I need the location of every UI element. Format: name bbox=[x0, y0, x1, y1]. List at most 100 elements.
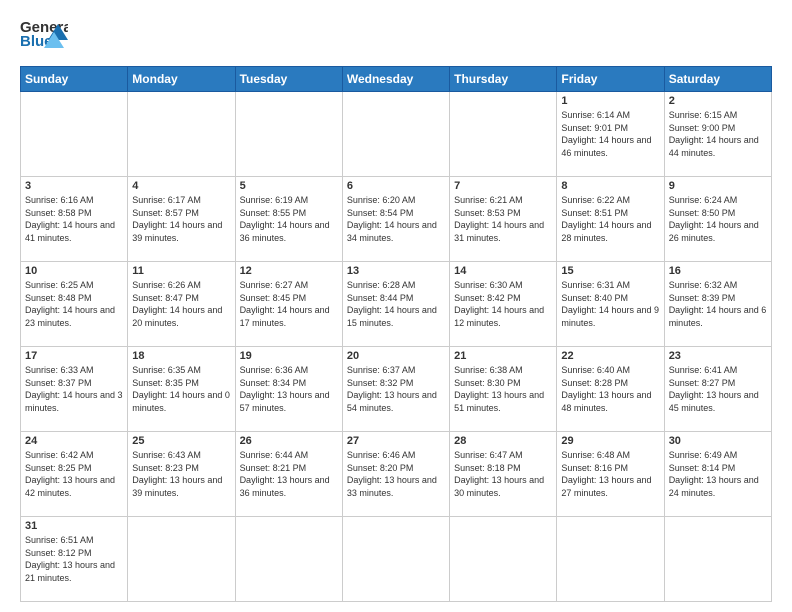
calendar-day-header: Tuesday bbox=[235, 67, 342, 92]
calendar-day-cell bbox=[235, 92, 342, 177]
day-info: Sunrise: 6:38 AM Sunset: 8:30 PM Dayligh… bbox=[454, 364, 552, 414]
calendar-day-cell: 10 Sunrise: 6:25 AM Sunset: 8:48 PM Dayli… bbox=[21, 262, 128, 347]
day-number: 26 bbox=[240, 435, 338, 447]
day-number: 1 bbox=[561, 95, 659, 107]
day-number: 8 bbox=[561, 180, 659, 192]
calendar-day-cell: 31 Sunrise: 6:51 AM Sunset: 8:12 PM Dayli… bbox=[21, 517, 128, 602]
day-number: 11 bbox=[132, 265, 230, 277]
calendar-day-cell bbox=[342, 517, 449, 602]
calendar-day-cell: 24 Sunrise: 6:42 AM Sunset: 8:25 PM Dayli… bbox=[21, 432, 128, 517]
calendar-day-cell: 22Sunrise: 6:40 AM Sunset: 8:28 PM Dayli… bbox=[557, 347, 664, 432]
day-info: Sunrise: 6:40 AM Sunset: 8:28 PM Dayligh… bbox=[561, 364, 659, 414]
day-number: 28 bbox=[454, 435, 552, 447]
calendar-day-cell: 27Sunrise: 6:46 AM Sunset: 8:20 PM Dayli… bbox=[342, 432, 449, 517]
calendar-day-cell: 29 Sunrise: 6:48 AM Sunset: 8:16 PM Dayli… bbox=[557, 432, 664, 517]
day-number: 17 bbox=[25, 350, 123, 362]
calendar-day-cell: 14Sunrise: 6:30 AM Sunset: 8:42 PM Dayli… bbox=[450, 262, 557, 347]
calendar-week-row: 3Sunrise: 6:16 AM Sunset: 8:58 PM Daylig… bbox=[21, 177, 772, 262]
day-info: Sunrise: 6:48 AM Sunset: 8:16 PM Dayligh… bbox=[561, 449, 659, 499]
day-number: 29 bbox=[561, 435, 659, 447]
calendar-day-cell: 2 Sunrise: 6:15 AM Sunset: 9:00 PM Daylig… bbox=[664, 92, 771, 177]
calendar-day-cell bbox=[128, 92, 235, 177]
calendar-day-cell: 4 Sunrise: 6:17 AM Sunset: 8:57 PM Daylig… bbox=[128, 177, 235, 262]
calendar-day-cell: 7 Sunrise: 6:21 AM Sunset: 8:53 PM Daylig… bbox=[450, 177, 557, 262]
day-info: Sunrise: 6:31 AM Sunset: 8:40 PM Dayligh… bbox=[561, 279, 659, 329]
calendar-header-row: SundayMondayTuesdayWednesdayThursdayFrid… bbox=[21, 67, 772, 92]
calendar-day-cell bbox=[342, 92, 449, 177]
day-number: 18 bbox=[132, 350, 230, 362]
day-number: 4 bbox=[132, 180, 230, 192]
calendar-day-cell bbox=[21, 92, 128, 177]
day-number: 20 bbox=[347, 350, 445, 362]
calendar-day-cell: 19Sunrise: 6:36 AM Sunset: 8:34 PM Dayli… bbox=[235, 347, 342, 432]
day-number: 7 bbox=[454, 180, 552, 192]
calendar-day-cell: 21 Sunrise: 6:38 AM Sunset: 8:30 PM Dayli… bbox=[450, 347, 557, 432]
day-info: Sunrise: 6:19 AM Sunset: 8:55 PM Dayligh… bbox=[240, 194, 338, 244]
calendar-day-cell: 15 Sunrise: 6:31 AM Sunset: 8:40 PM Dayli… bbox=[557, 262, 664, 347]
day-number: 15 bbox=[561, 265, 659, 277]
day-number: 16 bbox=[669, 265, 767, 277]
calendar-day-cell: 3Sunrise: 6:16 AM Sunset: 8:58 PM Daylig… bbox=[21, 177, 128, 262]
calendar-day-header: Saturday bbox=[664, 67, 771, 92]
calendar-day-cell: 1 Sunrise: 6:14 AM Sunset: 9:01 PM Daylig… bbox=[557, 92, 664, 177]
calendar-day-cell: 5 Sunrise: 6:19 AM Sunset: 8:55 PM Daylig… bbox=[235, 177, 342, 262]
calendar-day-cell bbox=[664, 517, 771, 602]
calendar-day-header: Monday bbox=[128, 67, 235, 92]
calendar-day-cell: 25Sunrise: 6:43 AM Sunset: 8:23 PM Dayli… bbox=[128, 432, 235, 517]
day-number: 9 bbox=[669, 180, 767, 192]
day-number: 23 bbox=[669, 350, 767, 362]
header: General Blue bbox=[20, 16, 772, 58]
day-number: 31 bbox=[25, 520, 123, 532]
calendar-day-cell: 26Sunrise: 6:44 AM Sunset: 8:21 PM Dayli… bbox=[235, 432, 342, 517]
day-info: Sunrise: 6:32 AM Sunset: 8:39 PM Dayligh… bbox=[669, 279, 767, 329]
calendar-day-cell bbox=[557, 517, 664, 602]
day-info: Sunrise: 6:47 AM Sunset: 8:18 PM Dayligh… bbox=[454, 449, 552, 499]
calendar-week-row: 31 Sunrise: 6:51 AM Sunset: 8:12 PM Dayli… bbox=[21, 517, 772, 602]
day-number: 6 bbox=[347, 180, 445, 192]
calendar-day-header: Friday bbox=[557, 67, 664, 92]
page: General Blue SundayMondayTuesdayWednesda… bbox=[0, 0, 792, 612]
day-number: 10 bbox=[25, 265, 123, 277]
calendar-day-cell bbox=[450, 92, 557, 177]
calendar-day-cell: 20Sunrise: 6:37 AM Sunset: 8:32 PM Dayli… bbox=[342, 347, 449, 432]
day-number: 13 bbox=[347, 265, 445, 277]
calendar-day-cell: 12 Sunrise: 6:27 AM Sunset: 8:45 PM Dayli… bbox=[235, 262, 342, 347]
day-info: Sunrise: 6:20 AM Sunset: 8:54 PM Dayligh… bbox=[347, 194, 445, 244]
day-info: Sunrise: 6:21 AM Sunset: 8:53 PM Dayligh… bbox=[454, 194, 552, 244]
day-number: 2 bbox=[669, 95, 767, 107]
calendar-day-cell bbox=[128, 517, 235, 602]
day-number: 24 bbox=[25, 435, 123, 447]
calendar-week-row: 24 Sunrise: 6:42 AM Sunset: 8:25 PM Dayli… bbox=[21, 432, 772, 517]
day-info: Sunrise: 6:28 AM Sunset: 8:44 PM Dayligh… bbox=[347, 279, 445, 329]
day-number: 30 bbox=[669, 435, 767, 447]
day-info: Sunrise: 6:14 AM Sunset: 9:01 PM Dayligh… bbox=[561, 109, 659, 159]
calendar-day-cell: 11Sunrise: 6:26 AM Sunset: 8:47 PM Dayli… bbox=[128, 262, 235, 347]
calendar-day-cell: 23 Sunrise: 6:41 AM Sunset: 8:27 PM Dayli… bbox=[664, 347, 771, 432]
day-info: Sunrise: 6:15 AM Sunset: 9:00 PM Dayligh… bbox=[669, 109, 767, 159]
day-info: Sunrise: 6:35 AM Sunset: 8:35 PM Dayligh… bbox=[132, 364, 230, 414]
calendar-day-cell: 16 Sunrise: 6:32 AM Sunset: 8:39 PM Dayli… bbox=[664, 262, 771, 347]
day-info: Sunrise: 6:25 AM Sunset: 8:48 PM Dayligh… bbox=[25, 279, 123, 329]
day-info: Sunrise: 6:43 AM Sunset: 8:23 PM Dayligh… bbox=[132, 449, 230, 499]
day-info: Sunrise: 6:46 AM Sunset: 8:20 PM Dayligh… bbox=[347, 449, 445, 499]
day-info: Sunrise: 6:51 AM Sunset: 8:12 PM Dayligh… bbox=[25, 534, 123, 584]
day-info: Sunrise: 6:17 AM Sunset: 8:57 PM Dayligh… bbox=[132, 194, 230, 244]
day-info: Sunrise: 6:27 AM Sunset: 8:45 PM Dayligh… bbox=[240, 279, 338, 329]
day-number: 5 bbox=[240, 180, 338, 192]
day-info: Sunrise: 6:42 AM Sunset: 8:25 PM Dayligh… bbox=[25, 449, 123, 499]
calendar-day-cell: 28 Sunrise: 6:47 AM Sunset: 8:18 PM Dayli… bbox=[450, 432, 557, 517]
day-number: 21 bbox=[454, 350, 552, 362]
day-info: Sunrise: 6:16 AM Sunset: 8:58 PM Dayligh… bbox=[25, 194, 123, 244]
calendar-day-cell: 9 Sunrise: 6:24 AM Sunset: 8:50 PM Daylig… bbox=[664, 177, 771, 262]
day-number: 12 bbox=[240, 265, 338, 277]
calendar-week-row: 10 Sunrise: 6:25 AM Sunset: 8:48 PM Dayli… bbox=[21, 262, 772, 347]
calendar-week-row: 17Sunrise: 6:33 AM Sunset: 8:37 PM Dayli… bbox=[21, 347, 772, 432]
calendar-day-header: Wednesday bbox=[342, 67, 449, 92]
day-info: Sunrise: 6:41 AM Sunset: 8:27 PM Dayligh… bbox=[669, 364, 767, 414]
day-info: Sunrise: 6:24 AM Sunset: 8:50 PM Dayligh… bbox=[669, 194, 767, 244]
day-info: Sunrise: 6:30 AM Sunset: 8:42 PM Dayligh… bbox=[454, 279, 552, 329]
generalblue-logo-icon: General Blue bbox=[20, 16, 68, 58]
calendar-week-row: 1 Sunrise: 6:14 AM Sunset: 9:01 PM Daylig… bbox=[21, 92, 772, 177]
day-info: Sunrise: 6:49 AM Sunset: 8:14 PM Dayligh… bbox=[669, 449, 767, 499]
calendar-day-cell: 8Sunrise: 6:22 AM Sunset: 8:51 PM Daylig… bbox=[557, 177, 664, 262]
